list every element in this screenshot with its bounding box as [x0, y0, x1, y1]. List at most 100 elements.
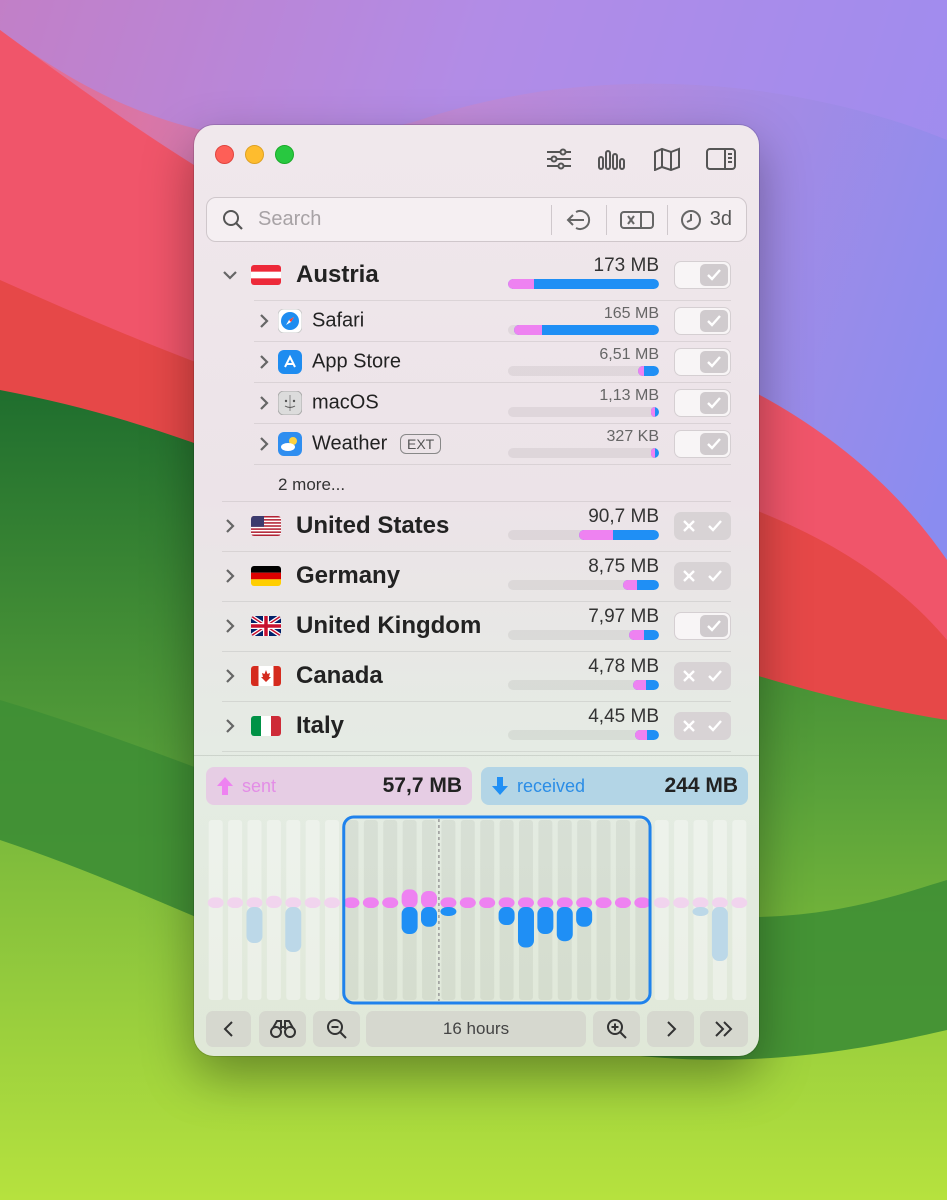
macos-finder-icon	[277, 390, 303, 415]
country-row-italy[interactable]: Italy 4,45 MB	[194, 701, 759, 751]
app-name: App Store	[312, 350, 401, 372]
sent-bar	[731, 897, 748, 908]
chevron-right-icon[interactable]	[222, 568, 238, 584]
usage-bar	[508, 279, 659, 289]
time-range-button[interactable]: 3d	[668, 197, 746, 242]
chevron-right-icon[interactable]	[256, 436, 272, 452]
timeline-column[interactable]	[383, 820, 398, 1000]
double-chevron-right-icon	[715, 1021, 733, 1037]
timeline-column[interactable]	[674, 820, 689, 1000]
arrow-up-icon	[217, 777, 233, 795]
checkmark-icon	[707, 669, 723, 683]
chevron-right-icon[interactable]	[256, 313, 272, 329]
arrow-down-icon	[492, 777, 508, 795]
allow-toggle[interactable]	[674, 388, 731, 417]
allow-toggle[interactable]	[674, 712, 731, 740]
sent-bar	[285, 897, 302, 908]
checkmark-icon	[707, 719, 723, 733]
zoom-in-button[interactable]	[593, 1011, 640, 1047]
country-name: Canada	[296, 662, 383, 689]
chevron-right-icon[interactable]	[222, 718, 238, 734]
sent-bar	[673, 897, 690, 908]
time-range-label: 3d	[709, 208, 732, 230]
usage-bar	[508, 407, 659, 417]
allow-toggle[interactable]	[674, 512, 731, 540]
received-value: 244 MB	[664, 774, 738, 797]
summary-divider	[194, 755, 759, 756]
sent-summary[interactable]: sent 57,7 MB	[206, 767, 472, 805]
traffic-amount: 90,7 MB	[588, 506, 659, 527]
timeline-column[interactable]	[615, 820, 630, 1000]
timeline-column[interactable]	[208, 820, 223, 1000]
statistics-view-button[interactable]	[597, 145, 629, 173]
chevron-right-icon[interactable]	[256, 354, 272, 370]
timeline-column[interactable]	[266, 820, 281, 1000]
close-window-button[interactable]	[215, 145, 234, 164]
country-row-austria[interactable]: Austria 173 MB	[194, 250, 759, 300]
flag-italy-icon	[251, 716, 281, 736]
zoom-out-icon	[326, 1019, 347, 1039]
filter-settings-button[interactable]	[543, 145, 575, 173]
zoom-window-button[interactable]	[275, 145, 294, 164]
next-button[interactable]	[647, 1011, 694, 1047]
sidebar-toggle-button[interactable]	[705, 145, 737, 173]
chevron-right-icon[interactable]	[222, 618, 238, 634]
timeline-column[interactable]	[325, 820, 340, 1000]
received-bar	[537, 907, 554, 934]
find-button[interactable]	[259, 1011, 306, 1047]
country-row-united-states[interactable]: United States 90,7 MB	[194, 501, 759, 551]
allow-toggle[interactable]	[674, 612, 731, 640]
map-view-button[interactable]	[651, 145, 683, 173]
allow-toggle[interactable]	[674, 261, 731, 289]
timeline-column[interactable]	[480, 820, 495, 1000]
allow-toggle[interactable]	[674, 429, 731, 458]
extension-badge: EXT	[400, 433, 442, 454]
timeline-column[interactable]	[654, 820, 669, 1000]
received-summary[interactable]: received 244 MB	[481, 767, 748, 805]
country-row-canada[interactable]: Canada 4,78 MB	[194, 651, 759, 701]
allow-toggle[interactable]	[674, 347, 731, 376]
blocked-filter-button[interactable]	[607, 197, 667, 242]
country-row-united-kingdom[interactable]: United Kingdom 7,97 MB	[194, 601, 759, 651]
minimize-window-button[interactable]	[245, 145, 264, 164]
timeline-column[interactable]	[596, 820, 611, 1000]
sent-bar	[265, 895, 282, 908]
timeline-column[interactable]	[344, 820, 359, 1000]
bar-chart-icon	[598, 150, 625, 170]
timeline-column[interactable]	[460, 820, 475, 1000]
usage-bar	[508, 630, 659, 640]
usage-bar	[508, 580, 659, 590]
jump-to-end-button[interactable]	[700, 1011, 748, 1047]
country-row-germany[interactable]: Germany 8,75 MB	[194, 551, 759, 601]
allow-toggle[interactable]	[674, 562, 731, 590]
app-row-weather[interactable]: Weather EXT 327 KB	[194, 423, 759, 464]
search-input[interactable]	[258, 208, 551, 231]
chevron-right-icon[interactable]	[222, 518, 238, 534]
received-label: received	[517, 775, 586, 796]
app-row-macos[interactable]: macOS 1,13 MB	[194, 382, 759, 423]
show-more-link[interactable]: 2 more...	[278, 475, 345, 495]
chevron-right-icon[interactable]	[256, 395, 272, 411]
allow-toggle[interactable]	[674, 306, 731, 335]
timeline-column[interactable]	[732, 820, 747, 1000]
traffic-timeline-chart[interactable]	[206, 815, 749, 1005]
usage-bar	[508, 448, 659, 458]
previous-button[interactable]	[206, 1011, 251, 1047]
allow-toggle[interactable]	[674, 662, 731, 690]
usage-bar	[508, 680, 659, 690]
chevron-down-icon[interactable]	[222, 267, 238, 283]
timeline-column[interactable]	[363, 820, 378, 1000]
timeline-column[interactable]	[228, 820, 243, 1000]
chevron-right-icon[interactable]	[222, 668, 238, 684]
timeline-column[interactable]	[305, 820, 320, 1000]
app-row-app-store[interactable]: App Store 6,51 MB	[194, 341, 759, 382]
incoming-filter-button[interactable]	[552, 197, 606, 242]
country-name: United Kingdom	[296, 612, 482, 639]
deny-icon	[682, 569, 696, 583]
sent-bar	[479, 897, 496, 908]
sent-bar	[595, 897, 612, 908]
app-row-safari[interactable]: Safari 165 MB	[194, 300, 759, 341]
timeline-column[interactable]	[635, 820, 650, 1000]
zoom-out-button[interactable]	[313, 1011, 360, 1047]
sent-bar	[614, 897, 631, 908]
